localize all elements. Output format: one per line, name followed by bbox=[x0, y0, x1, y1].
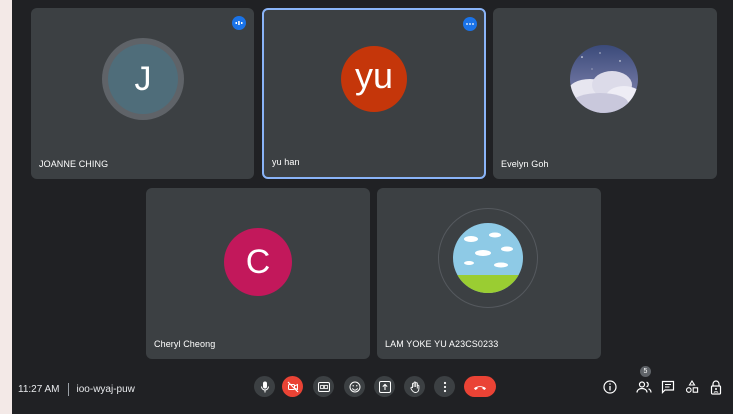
participant-name: Evelyn Goh bbox=[501, 159, 549, 169]
activities-button[interactable] bbox=[684, 379, 700, 395]
mic-icon bbox=[260, 381, 269, 392]
avatar-joanne: J bbox=[108, 44, 178, 114]
avatar-lam-photo bbox=[453, 223, 523, 293]
participant-tile-joanne[interactable]: J JOANNE CHING bbox=[31, 8, 254, 179]
meet-window: J JOANNE CHING yu yu han Evelyn Goh C Ch… bbox=[12, 0, 733, 414]
meeting-code: ioo-wyaj-puw bbox=[76, 384, 135, 395]
present-button[interactable] bbox=[374, 376, 395, 397]
more-options-button[interactable] bbox=[434, 376, 455, 397]
chat-icon bbox=[661, 380, 675, 394]
avatar-evelyn-photo bbox=[570, 45, 638, 113]
end-call-icon bbox=[474, 385, 486, 390]
end-call-button[interactable] bbox=[464, 376, 496, 397]
people-count-badge: 5 bbox=[640, 366, 651, 377]
divider bbox=[67, 383, 69, 396]
raise-hand-icon bbox=[409, 381, 419, 393]
info-icon bbox=[603, 380, 617, 394]
participant-name: LAM YOKE YU A23CS0233 bbox=[385, 339, 499, 349]
people-icon bbox=[636, 381, 652, 393]
activities-icon bbox=[685, 380, 699, 393]
chat-button[interactable] bbox=[660, 379, 676, 395]
raise-hand-button[interactable] bbox=[404, 376, 425, 397]
meeting-time: 11:27 AM bbox=[18, 384, 60, 395]
avatar-initial: yu bbox=[354, 55, 394, 96]
more-options-dots-icon[interactable] bbox=[463, 17, 477, 31]
participant-tile-yu-han[interactable]: yu yu han bbox=[262, 8, 486, 179]
people-button[interactable] bbox=[636, 379, 652, 395]
avatar-initial: C bbox=[245, 242, 271, 281]
participant-tile-cheryl[interactable]: C Cheryl Cheong bbox=[146, 188, 370, 359]
camera-toggle-button[interactable] bbox=[282, 376, 303, 397]
avatar-yu-han: yu bbox=[341, 46, 407, 112]
mic-button[interactable] bbox=[254, 376, 275, 397]
meeting-info-button[interactable] bbox=[602, 379, 618, 395]
participant-tile-evelyn[interactable]: Evelyn Goh bbox=[493, 8, 717, 179]
camera-off-icon bbox=[287, 381, 298, 392]
more-options-icon bbox=[443, 381, 446, 392]
participant-name: yu han bbox=[272, 157, 300, 167]
captions-icon bbox=[317, 381, 330, 392]
host-controls-button[interactable] bbox=[708, 379, 724, 395]
present-icon bbox=[378, 380, 391, 393]
participant-name: JOANNE CHING bbox=[39, 159, 109, 169]
captions-button[interactable] bbox=[313, 376, 334, 397]
emoji-button[interactable] bbox=[344, 376, 365, 397]
emoji-icon bbox=[349, 381, 360, 392]
host-controls-icon bbox=[710, 379, 722, 395]
avatar-cheryl: C bbox=[224, 228, 292, 296]
avatar-initial: J bbox=[134, 59, 152, 98]
participant-tile-lam[interactable]: LAM YOKE YU A23CS0233 bbox=[377, 188, 601, 359]
participant-name: Cheryl Cheong bbox=[154, 339, 216, 349]
meeting-details: 11:27 AM ioo-wyaj-puw bbox=[18, 383, 135, 396]
audio-indicator-icon[interactable] bbox=[232, 16, 246, 30]
